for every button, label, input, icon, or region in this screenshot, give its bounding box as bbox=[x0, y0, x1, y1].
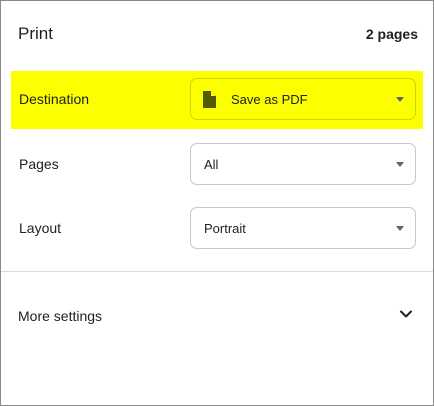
layout-select[interactable]: Portrait bbox=[190, 207, 416, 249]
dropdown-caret-icon bbox=[396, 97, 404, 102]
document-icon bbox=[203, 91, 216, 108]
destination-select[interactable]: Save as PDF bbox=[190, 78, 416, 120]
pages-value: All bbox=[204, 157, 219, 172]
page-title: Print bbox=[18, 24, 53, 43]
pages-row: Pages All bbox=[11, 136, 423, 194]
divider bbox=[1, 271, 433, 272]
destination-row: Destination Save as PDF bbox=[11, 71, 423, 129]
layout-value: Portrait bbox=[204, 221, 246, 236]
layout-label: Layout bbox=[19, 220, 62, 236]
destination-label: Destination bbox=[19, 91, 90, 107]
pages-select[interactable]: All bbox=[190, 143, 416, 185]
more-settings-button[interactable]: More settings bbox=[1, 287, 433, 343]
dropdown-caret-icon bbox=[396, 226, 404, 231]
print-dialog: Print 2 pages Destination Save as PDF Pa… bbox=[0, 0, 434, 406]
page-count: 2 pages bbox=[365, 26, 418, 42]
chevron-down-icon bbox=[400, 310, 412, 318]
print-header: Print 2 pages bbox=[1, 1, 433, 65]
layout-row: Layout Portrait bbox=[11, 200, 423, 258]
dropdown-caret-icon bbox=[396, 162, 404, 167]
destination-value: Save as PDF bbox=[231, 92, 308, 107]
more-settings-label: More settings bbox=[18, 308, 103, 324]
pages-label: Pages bbox=[19, 156, 59, 172]
